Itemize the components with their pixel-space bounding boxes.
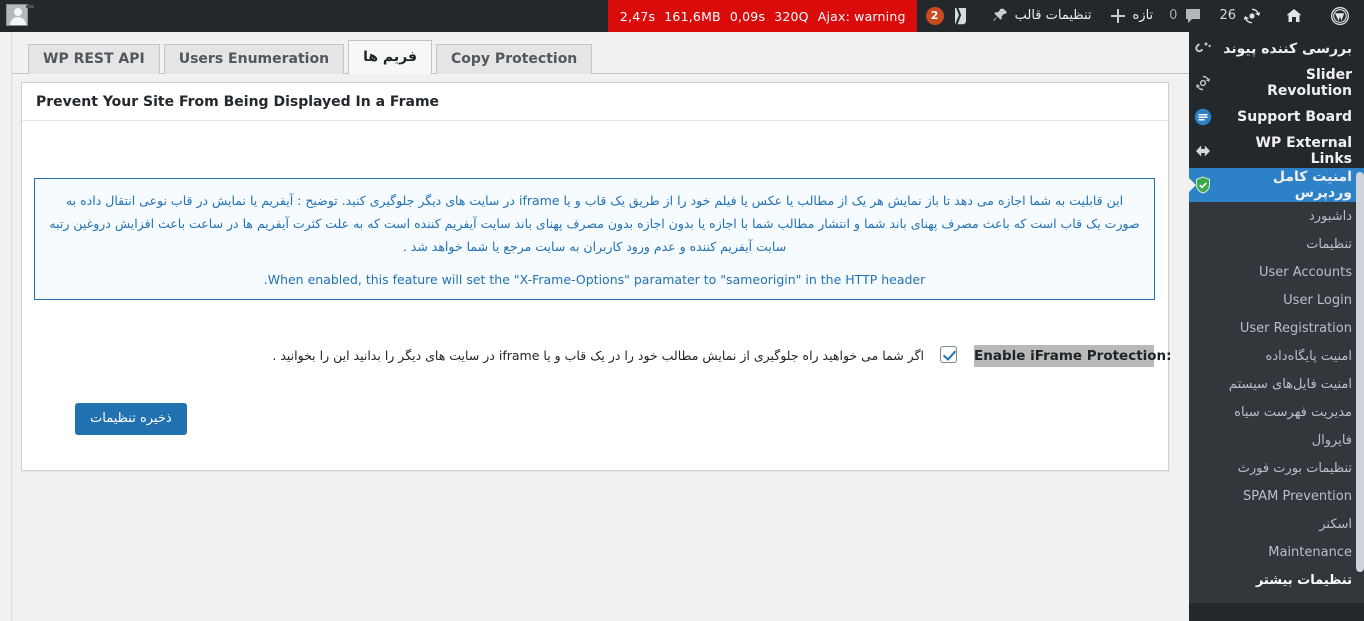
enable-iframe-protection-description: اگر شما می خواهید راه جلوگیری از نمایش م… (272, 348, 924, 363)
save-row: ذخیره تنظیمات (75, 403, 187, 435)
qm-memory: 161,6MB (664, 8, 721, 24)
settings-panel: Prevent Your Site From Being Displayed I… (21, 82, 1172, 471)
admin-bar-item-theme-settings[interactable]: تنظیمات قالب (982, 0, 1100, 32)
qm-ajax-status: Ajax: warning (817, 8, 906, 24)
admin-sidebar-menu: بررسی کننده پیوند Slider Revolution Supp… (1189, 32, 1364, 621)
enable-iframe-protection-checkbox[interactable] (939, 346, 957, 363)
yoast-logo-icon[interactable] (950, 0, 982, 32)
tab-wp-rest-api[interactable]: WP REST API (28, 44, 160, 74)
admin-bar: 2,47s 161,6MB 0,09s 320Q Ajax: warning 2… (0, 0, 1364, 32)
admin-bar-item-label: تنظیمات قالب (1014, 8, 1092, 23)
sidebar-item-label: بررسی کننده پیوند (1223, 41, 1352, 57)
sidebar-item-wp-external-links[interactable]: WP External Links (1189, 134, 1364, 168)
admin-bar-item-label: تازه (1132, 8, 1154, 23)
tab-copy-protection[interactable]: Copy Protection (436, 44, 593, 74)
sidebar-subitem-user-registration[interactable]: User Registration (1189, 315, 1364, 343)
plus-icon (1110, 9, 1125, 23)
support-board-icon (1189, 107, 1217, 127)
qm-queries: 320Q (774, 8, 809, 24)
sidebar-subitem-database-security[interactable]: امنیت پایگاه‌داده (1189, 343, 1364, 371)
field-label-cell: Enable iFrame Protection: (968, 345, 1172, 367)
sidebar-subitem-spam-prevention[interactable]: SPAM Prevention (1189, 483, 1364, 511)
sidebar-submenu: داشبورد تنظیمات User Accounts User Login… (1189, 202, 1364, 603)
qm-db-time: 0,09s (729, 8, 766, 24)
qm-page-time: 2,47s (619, 8, 656, 24)
query-monitor-panel[interactable]: 2,47s 161,6MB 0,09s 320Q Ajax: warning (607, 0, 917, 32)
checkbox-cell (928, 345, 968, 363)
left-edge-strip (0, 32, 12, 621)
wordpress-logo-icon (1330, 6, 1350, 26)
sidebar-item-support-board[interactable]: Support Board (1189, 100, 1364, 134)
avatar (6, 4, 28, 26)
admin-bar-item-visit-site[interactable] (1270, 0, 1318, 32)
info-notice-text-en: .When enabled, this feature will set the… (263, 272, 926, 287)
main-content-area: WP REST API Users Enumeration فریم ها Co… (0, 32, 1189, 621)
comment-icon (1186, 9, 1201, 23)
updates-count: 26 (1219, 8, 1236, 23)
external-links-icon (1189, 141, 1217, 161)
sidebar-item-link-checker[interactable]: بررسی کننده پیوند (1189, 32, 1364, 66)
sidebar-subitem-blacklist-manager[interactable]: مدیریت فهرست سیاه (1189, 399, 1364, 427)
sidebar-subitem-miscellaneous[interactable]: تنظیمات بیشتر (1189, 567, 1364, 595)
sidebar-item-label: WP External Links (1255, 135, 1352, 167)
sidebar-subitem-user-login[interactable]: User Login (1189, 287, 1364, 315)
admin-bar-item-new[interactable]: تازه (1100, 0, 1162, 32)
iframe-protection-row: Enable iFrame Protection: اگر شما می خوا… (22, 345, 1172, 367)
admin-bar-placeholder-dots (26, 5, 34, 8)
info-notice-text-fa: این قابلیت به شما اجازه می دهد تا باز نم… (49, 193, 1140, 254)
sidebar-item-label: امنیت کامل وردپرس (1272, 169, 1352, 201)
info-notice-box: این قابلیت به شما اجازه می دهد تا باز نم… (34, 178, 1155, 300)
sidebar-subitem-firewall[interactable]: فایروال (1189, 427, 1364, 455)
sidebar-item-label: Support Board (1237, 109, 1352, 125)
enable-iframe-protection-label: Enable iFrame Protection: (974, 345, 1172, 367)
yoast-glyph-icon (954, 8, 966, 25)
page-title: Prevent Your Site From Being Displayed I… (22, 83, 1168, 121)
admin-bar-item-updates[interactable]: 26 (1211, 0, 1270, 32)
yoast-notification-badge: 2 (925, 7, 944, 25)
yoast-seo-menu[interactable]: 2 (917, 0, 950, 32)
shield-icon (1189, 175, 1217, 195)
sidebar-subitem-filesystem-security[interactable]: امنیت فایل‌های سیستم (1189, 371, 1364, 399)
sidebar-subitem-brute-force[interactable]: تنظیمات بورت فورث (1189, 455, 1364, 483)
sidebar-subitem-settings[interactable]: تنظیمات (1189, 231, 1364, 259)
page-scrollbar[interactable] (1356, 172, 1364, 572)
tab-bar: WP REST API Users Enumeration فریم ها Co… (24, 40, 593, 74)
slider-revolution-icon (1189, 73, 1217, 93)
sidebar-item-slider-revolution[interactable]: Slider Revolution (1189, 66, 1364, 100)
tab-users-enumeration[interactable]: Users Enumeration (163, 44, 345, 74)
sidebar-subitem-maintenance[interactable]: Maintenance (1189, 539, 1364, 567)
sidebar-subitem-dashboard[interactable]: داشبورد (1189, 203, 1364, 231)
admin-bar-right-group: 2,47s 161,6MB 0,09s 320Q Ajax: warning 2… (607, 0, 1364, 32)
link-checker-icon (1189, 39, 1217, 59)
sidebar-subitem-user-accounts[interactable]: User Accounts (1189, 259, 1364, 287)
sidebar-item-wp-security[interactable]: امنیت کامل وردپرس (1189, 168, 1364, 202)
admin-bar-item-wp-logo[interactable] (1318, 0, 1364, 32)
sidebar-item-label: Slider Revolution (1267, 67, 1352, 99)
home-icon (1286, 9, 1302, 22)
sidebar-subitem-scanner[interactable]: اسکنر (1189, 511, 1364, 539)
updates-icon (1243, 8, 1261, 24)
tab-frames[interactable]: فریم ها (348, 40, 433, 74)
save-settings-button[interactable]: ذخیره تنظیمات (75, 403, 187, 435)
comments-count: 0 (1169, 8, 1178, 23)
admin-bar-item-comments[interactable]: 0 (1161, 0, 1211, 32)
pin-icon (992, 8, 1007, 21)
